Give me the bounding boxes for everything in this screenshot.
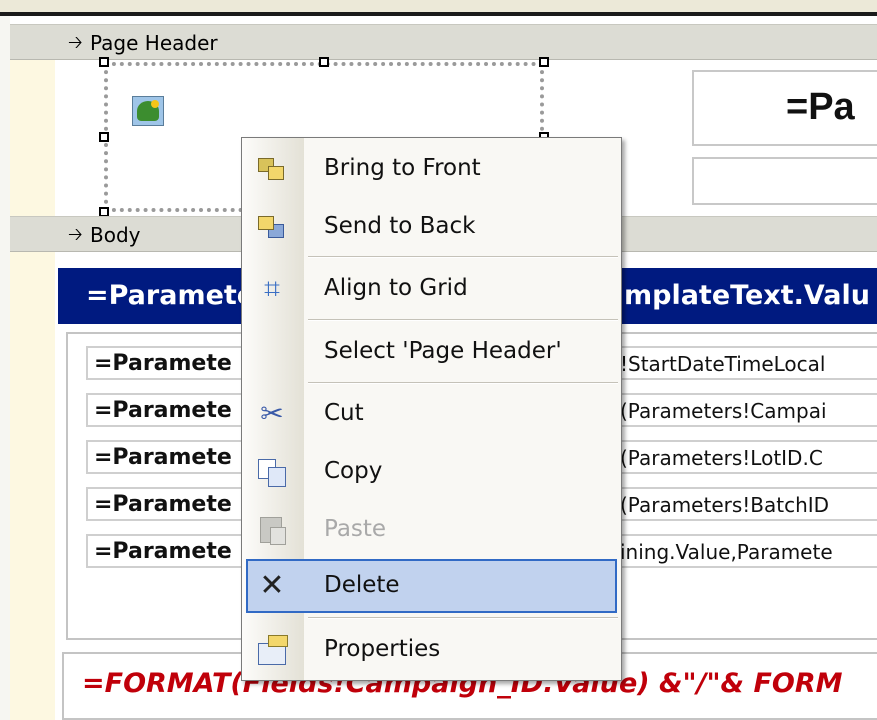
menu-item-label: Select 'Page Header'	[324, 338, 562, 364]
resize-handle[interactable]	[99, 132, 109, 142]
left-ruler	[0, 16, 10, 720]
row-label: =Paramete	[94, 351, 232, 376]
menu-item-paste[interactable]: Paste	[246, 503, 617, 557]
scissors-icon: ✂	[260, 397, 284, 430]
section-arrow-icon: 🡢	[68, 32, 83, 53]
menu-item-label: Send to Back	[324, 213, 476, 239]
properties-icon	[254, 633, 290, 667]
menu-item-label: Delete	[324, 572, 400, 598]
resize-handle[interactable]	[319, 57, 329, 67]
menu-item-label: Bring to Front	[324, 155, 481, 181]
menu-item-select-page-header[interactable]: Select 'Page Header'	[246, 325, 617, 379]
menu-item-label: Copy	[324, 458, 383, 484]
left-margin-area	[10, 60, 55, 720]
context-menu: Bring to Front Send to Back ⌗ Align to G…	[241, 137, 622, 681]
top-border	[0, 12, 877, 16]
page-header-label: Page Header	[90, 31, 218, 55]
page-header-section-bar[interactable]: 🡢 Page Header	[10, 24, 877, 60]
resize-handle[interactable]	[99, 57, 109, 67]
send-to-back-icon	[254, 210, 290, 244]
delete-x-icon: ✕	[259, 568, 285, 603]
menu-item-bring-to-front[interactable]: Bring to Front	[246, 142, 617, 196]
menu-item-label: Cut	[324, 400, 364, 426]
row-label: =Paramete	[94, 492, 232, 517]
row-label: =Paramete	[94, 445, 232, 470]
menu-item-properties[interactable]: Properties	[246, 623, 617, 677]
body-title-right: mplateText.Valu	[624, 280, 870, 311]
menu-item-delete[interactable]: ✕ Delete	[246, 559, 617, 613]
row-label: =Paramete	[94, 539, 232, 564]
section-arrow-icon: 🡢	[68, 224, 83, 245]
menu-item-align-to-grid[interactable]: ⌗ Align to Grid	[246, 262, 617, 316]
title-textbox[interactable]: =Pa	[692, 70, 877, 146]
body-label: Body	[90, 223, 141, 247]
copy-icon	[254, 455, 290, 489]
row-value: ining.Value,Paramete	[620, 540, 833, 564]
subtitle-textbox[interactable]	[692, 157, 877, 205]
menu-item-label: Properties	[324, 636, 441, 662]
menu-item-label: Paste	[324, 516, 387, 542]
resize-handle[interactable]	[539, 57, 549, 67]
menu-item-copy[interactable]: Copy	[246, 445, 617, 499]
menu-item-label: Align to Grid	[324, 275, 468, 301]
toolbar-strip	[0, 0, 877, 12]
row-label: =Paramete	[94, 398, 232, 423]
image-placeholder-icon	[132, 96, 164, 126]
paste-icon	[254, 513, 290, 547]
row-value: !StartDateTimeLocal	[620, 352, 826, 376]
row-value: (Parameters!BatchID	[620, 493, 830, 517]
body-title-left: =Paramete	[86, 280, 256, 311]
row-value: (Parameters!LotID.C	[620, 446, 823, 470]
menu-item-send-to-back[interactable]: Send to Back	[246, 200, 617, 254]
bring-to-front-icon	[254, 152, 290, 186]
align-to-grid-icon: ⌗	[264, 272, 280, 305]
menu-item-cut[interactable]: ✂ Cut	[246, 387, 617, 441]
row-value: (Parameters!Campai	[620, 399, 827, 423]
title-expression: =Pa	[786, 86, 855, 128]
